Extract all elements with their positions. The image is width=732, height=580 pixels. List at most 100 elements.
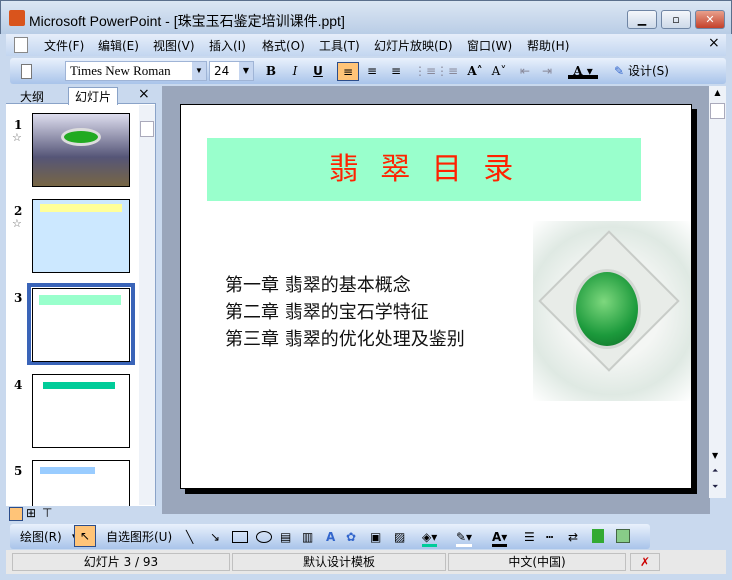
increase-font-icon[interactable]: A˄ — [466, 62, 484, 81]
align-center-button[interactable]: ≡ — [362, 62, 382, 81]
slide-sorter-button[interactable]: ⊞ — [26, 506, 36, 520]
close-button[interactable]: ✕ — [695, 10, 725, 29]
select-pointer-button[interactable]: ↖ — [74, 525, 96, 547]
dash-style-icon[interactable]: ┅ — [546, 528, 553, 547]
menu-edit[interactable]: 编辑(E) — [98, 37, 139, 54]
formatting-toolbar: Times New Roman ▼ 24 ▼ B I U ≡ ≡ ≡ ⋮≡ ⋮≡ A… — [10, 58, 726, 84]
thumbnails-scrollbar[interactable] — [139, 105, 155, 505]
slide-number: 2 — [14, 204, 23, 218]
vertical-scrollbar[interactable]: ▲ ▼ ⏶ ⏷ — [709, 86, 726, 498]
window-title: Microsoft PowerPoint - [珠宝玉石鉴定培训课件.ppt] — [29, 13, 345, 29]
slide-number: 1 — [14, 118, 23, 132]
slide-canvas[interactable]: 翡 翠 目 录 第一章 翡翠的基本概念 第二章 翡翠的宝石学特征 第三章 翡翠的… — [180, 104, 692, 489]
increase-indent-icon[interactable]: ⇥ — [538, 62, 556, 81]
design-button[interactable]: 设计(S) — [628, 62, 669, 81]
previous-slide-icon[interactable]: ⏶ — [712, 466, 718, 476]
font-size-value: 24 — [214, 64, 230, 78]
slide-thumbnail-4[interactable] — [32, 374, 130, 448]
bold-button[interactable]: B — [262, 62, 280, 81]
shadow-style-icon[interactable] — [592, 529, 604, 543]
normal-view-button[interactable] — [9, 507, 23, 521]
slide-title[interactable]: 翡 翠 目 录 — [207, 138, 641, 201]
draw-menu-button[interactable]: 绘图(R) — [20, 528, 62, 547]
document-icon — [14, 37, 28, 53]
menu-help[interactable]: 帮助(H) — [527, 37, 569, 54]
slide-thumbnail-2[interactable] — [32, 199, 130, 273]
slide-bullet[interactable]: 第一章 翡翠的基本概念 — [225, 271, 411, 297]
bullets-icon[interactable]: ⋮≡ — [436, 62, 458, 81]
slides-pane: 大纲 幻灯片 × 1 ☆ 2 ☆ 3 4 5 ⊞ ⊤ — [6, 86, 156, 524]
align-right-button[interactable]: ≡ — [386, 62, 406, 81]
arrow-style-icon[interactable]: ⇄ — [568, 528, 578, 547]
line-style-icon[interactable]: ☰ — [524, 528, 535, 547]
italic-button[interactable]: I — [286, 62, 304, 81]
chevron-down-icon[interactable]: ▼ — [239, 62, 253, 80]
scroll-thumb[interactable] — [710, 103, 725, 119]
decrease-font-icon[interactable]: A˅ — [490, 62, 508, 81]
vertical-textbox-icon[interactable]: ▥ — [302, 528, 313, 547]
fill-color-icon[interactable]: ◈▾ — [422, 528, 438, 547]
slide-editing-area: 翡 翠 目 录 第一章 翡翠的基本概念 第二章 翡翠的宝石学特征 第三章 翡翠的… — [162, 86, 710, 514]
rectangle-tool-icon[interactable] — [232, 531, 248, 543]
design-icon[interactable]: ✎ — [610, 62, 628, 81]
slide-bullet[interactable]: 第二章 翡翠的宝石学特征 — [225, 298, 429, 324]
font-name-combo[interactable]: Times New Roman ▼ — [65, 61, 207, 81]
next-slide-icon[interactable]: ⏷ — [712, 482, 718, 492]
menu-view[interactable]: 视图(V) — [153, 37, 195, 54]
drawing-toolbar: 绘图(R) ▾ ↖ 自选图形(U) ╲ ↘ ▤ ▥ A ✿ ▣ ▨ ◈▾ ✎▾ … — [10, 524, 650, 549]
view-buttons: ⊞ ⊤ — [6, 506, 156, 524]
menu-bar: 文件(F) 编辑(E) 视图(V) 插入(I) 格式(O) 工具(T) 幻灯片放… — [6, 34, 726, 56]
minimize-button[interactable]: ▁ — [627, 10, 657, 29]
tab-slides[interactable]: 幻灯片 — [68, 87, 119, 105]
close-document-button[interactable]: × — [708, 35, 720, 51]
menu-window[interactable]: 窗口(W) — [467, 37, 512, 54]
status-language: 中文(中国) — [448, 553, 626, 571]
wordart-icon[interactable]: A — [326, 528, 335, 547]
textbox-icon[interactable]: ▤ — [280, 528, 291, 547]
menu-tools[interactable]: 工具(T) — [319, 37, 360, 54]
spelling-check-icon[interactable]: ✗ — [630, 553, 660, 571]
new-document-icon[interactable] — [18, 62, 34, 81]
menu-format[interactable]: 格式(O) — [262, 37, 305, 54]
diagram-icon[interactable]: ✿ — [346, 528, 356, 547]
jade-ring-image[interactable] — [533, 221, 691, 401]
tab-outline[interactable]: 大纲 — [20, 88, 44, 105]
font-color-icon[interactable]: A ▾ — [568, 62, 598, 79]
scroll-down-icon[interactable]: ▼ — [712, 451, 718, 460]
slide-thumbnail-5[interactable] — [32, 460, 130, 508]
autoshapes-button[interactable]: 自选图形(U) — [106, 528, 172, 547]
maximize-button[interactable]: ▫ — [661, 10, 691, 29]
align-left-button[interactable]: ≡ — [337, 62, 359, 81]
slide-number: 4 — [14, 378, 23, 392]
pane-tabs: 大纲 幻灯片 × — [6, 86, 156, 105]
line-tool-icon[interactable]: ╲ — [186, 528, 193, 547]
oval-tool-icon[interactable] — [256, 531, 272, 543]
scroll-up-icon[interactable]: ▲ — [709, 88, 726, 97]
menu-file[interactable]: 文件(F) — [44, 37, 84, 54]
slide-thumbnail-3[interactable] — [32, 288, 130, 362]
font-name-value: Times New Roman — [70, 63, 171, 78]
close-pane-button[interactable]: × — [138, 86, 150, 102]
underline-button[interactable]: U — [309, 62, 327, 81]
picture-icon[interactable]: ▨ — [394, 528, 405, 547]
slideshow-button[interactable]: ⊤ — [42, 506, 52, 520]
animation-star-icon: ☆ — [12, 217, 22, 230]
line-color-icon[interactable]: ✎▾ — [456, 528, 473, 547]
menu-insert[interactable]: 插入(I) — [209, 37, 246, 54]
powerpoint-app-icon[interactable] — [9, 10, 25, 26]
numbering-icon[interactable]: ⋮≡ — [414, 62, 436, 81]
title-bar: Microsoft PowerPoint - [珠宝玉石鉴定培训课件.ppt] … — [0, 0, 732, 34]
decrease-indent-icon[interactable]: ⇤ — [516, 62, 534, 81]
font-color-icon[interactable]: A▾ — [492, 528, 508, 547]
3d-style-icon[interactable] — [616, 529, 630, 543]
slide-bullet[interactable]: 第三章 翡翠的优化处理及鉴别 — [225, 325, 465, 351]
clipart-icon[interactable]: ▣ — [370, 528, 381, 547]
arrow-tool-icon[interactable]: ↘ — [210, 528, 220, 547]
slide-thumbnail-1[interactable] — [32, 113, 130, 187]
slide-number: 3 — [14, 291, 23, 305]
slide-number: 5 — [14, 464, 23, 478]
menu-slideshow[interactable]: 幻灯片放映(D) — [374, 37, 453, 54]
animation-star-icon: ☆ — [12, 131, 22, 144]
font-size-combo[interactable]: 24 ▼ — [209, 61, 254, 81]
chevron-down-icon[interactable]: ▼ — [192, 62, 206, 80]
